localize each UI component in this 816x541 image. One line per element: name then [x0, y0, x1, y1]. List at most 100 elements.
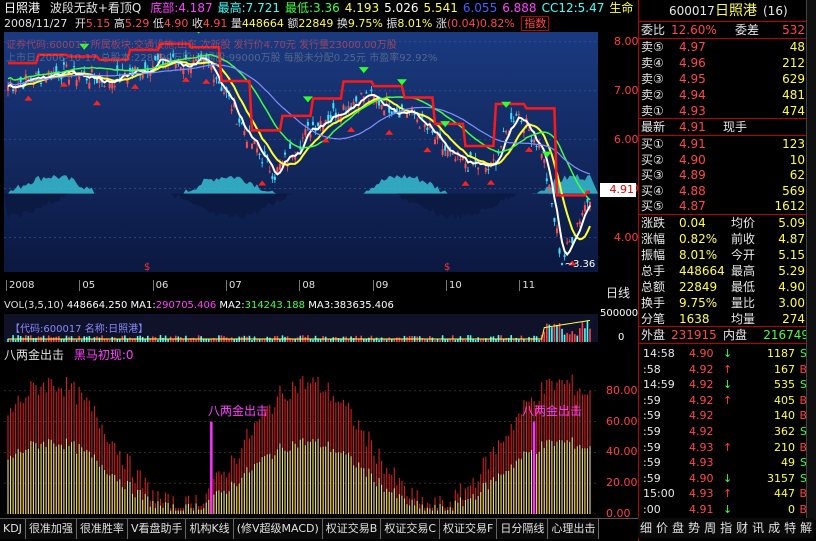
- volume-bar: [63, 339, 65, 342]
- volume-bar: [556, 324, 558, 342]
- tick-row: :00 4.91 ↓ 0 B: [639, 502, 811, 518]
- candle-body: [380, 104, 383, 109]
- volume-bar: [225, 337, 228, 342]
- candle-body: [406, 114, 409, 118]
- tick-volume: 447: [774, 487, 795, 501]
- indicator-tab[interactable]: 权证交易F: [440, 519, 498, 539]
- stat-value: 4.87: [778, 232, 805, 246]
- tick-price: 4.93: [689, 487, 714, 501]
- volume-bar: [375, 337, 378, 342]
- candle-body: [306, 122, 309, 126]
- volume-bar: [230, 337, 233, 342]
- volume-bar: [487, 339, 490, 342]
- indicator-tab[interactable]: (修V超级MACD): [233, 519, 323, 539]
- candle-body: [533, 139, 536, 143]
- volume-bar: [182, 339, 185, 342]
- date-axis-label: 07: [226, 280, 242, 291]
- vol-value: 448664: [241, 17, 284, 30]
- stat-label: 总手: [641, 264, 666, 278]
- tick-time: :59: [643, 456, 661, 470]
- stat-row: 分笔 1638 均量 274: [639, 311, 811, 327]
- price-chart[interactable]: ~3.36 $ $: [4, 32, 598, 272]
- neipan-value: 216749: [763, 328, 809, 342]
- ohlc-header: 2008/11/27 开5.15 高5.29 低4.90 收4.91 量4486…: [4, 16, 550, 31]
- up-arrow-icon: ↑: [723, 487, 733, 501]
- order-volume: 123: [782, 137, 805, 151]
- volume-bar: [398, 337, 401, 342]
- date-axis-label: 10: [446, 280, 462, 291]
- volume-bar: [518, 339, 520, 342]
- panel-tab[interactable]: 指: [718, 518, 735, 538]
- stat-value: 5.09: [778, 216, 805, 230]
- up-arrow-icon: ↑: [723, 440, 733, 454]
- indicator-tab[interactable]: 日分隔线: [497, 519, 549, 539]
- candle-body: [235, 123, 238, 125]
- panel-tab[interactable]: 财: [734, 518, 751, 538]
- candle-body: [505, 131, 508, 133]
- header-item: 6.888: [502, 1, 537, 15]
- candle-body: [238, 118, 241, 123]
- volume-caption: 【代码:600017 名称:日照港】: [10, 324, 149, 335]
- vol-current: 448664.250: [66, 300, 128, 311]
- candle-body: [512, 120, 515, 122]
- volume-bar: [50, 337, 53, 342]
- stock-name: 日照港: [4, 1, 41, 15]
- stat-value: 9.75%: [679, 296, 718, 310]
- index-button[interactable]: 指数: [521, 16, 550, 31]
- panel-tab[interactable]: 势: [686, 518, 703, 538]
- date-axis-label: 09: [372, 280, 388, 291]
- volume-bar: [45, 339, 47, 342]
- tick-row: :59 4.90 ↓ 3157 S: [639, 471, 811, 487]
- panel-tab[interactable]: 讯: [750, 518, 767, 538]
- buy-order-row: 买② 4.90 10: [639, 152, 811, 168]
- candle-body: [332, 103, 335, 109]
- indicator-tab[interactable]: V看盘助手: [127, 519, 187, 539]
- indicator-tab[interactable]: 很准胜率: [76, 519, 128, 539]
- indicator-tab[interactable]: 很准加强: [25, 519, 77, 539]
- volume-bar: [312, 339, 314, 342]
- panel-tab[interactable]: 价: [654, 518, 671, 538]
- order-volume: 629: [782, 72, 805, 86]
- candle-body: [563, 254, 566, 258]
- indicator-tab[interactable]: 机构K线: [186, 519, 234, 539]
- order-label: 卖⑤: [641, 40, 664, 54]
- tick-volume: 0: [788, 503, 795, 516]
- tick-volume: 1187: [767, 347, 795, 360]
- panel-tab[interactable]: 解: [798, 518, 815, 538]
- candle-body: [502, 131, 505, 133]
- indicator-tab[interactable]: 权证交易B: [322, 519, 382, 539]
- volume-bar: [561, 328, 563, 342]
- volume-bar: [406, 337, 408, 342]
- main-chart-area[interactable]: 日照港 波段无敌+看顶Q 底部:4.187 最高:7.721 最低:3.36 4.19…: [0, 0, 639, 541]
- period-label[interactable]: 日线: [606, 284, 630, 301]
- volume-bar: [9, 339, 12, 342]
- indicator-tab[interactable]: 权证交易C: [381, 519, 441, 539]
- candle-body: [555, 228, 558, 234]
- stat-value: 8.01%: [679, 248, 718, 262]
- low-value: 4.90: [163, 17, 189, 30]
- date-axis-label: 08: [299, 280, 315, 291]
- stat-label: 前收: [731, 232, 756, 246]
- candle-body: [586, 198, 589, 203]
- candle-body: [467, 170, 470, 172]
- panel-tab[interactable]: 成: [766, 518, 783, 538]
- stat-value: 22849: [679, 280, 718, 294]
- candle-body: [535, 145, 538, 148]
- panel-tab[interactable]: 特: [782, 518, 799, 538]
- panel-tab[interactable]: 细: [638, 518, 655, 538]
- tick-row: :59 4.93 ↑ 210 B: [639, 440, 811, 456]
- panel-tab[interactable]: 周: [702, 518, 719, 538]
- stat-label: 涨幅: [641, 232, 666, 246]
- panel-scrollbar[interactable]: [806, 0, 816, 520]
- indicator-tab[interactable]: 心理出击: [548, 519, 600, 539]
- ma1-value: 290705.406: [155, 300, 217, 311]
- volume-bar: [373, 339, 375, 342]
- high-value: 5.29: [124, 17, 150, 30]
- panel-tab[interactable]: 盘: [670, 518, 687, 538]
- indicator-chart[interactable]: [4, 360, 598, 514]
- indicator-tab[interactable]: KDJ: [0, 519, 26, 539]
- quote-count: (16): [763, 4, 788, 18]
- candle-body: [40, 83, 43, 85]
- candle-body: [365, 92, 368, 94]
- order-label: 买①: [641, 137, 664, 151]
